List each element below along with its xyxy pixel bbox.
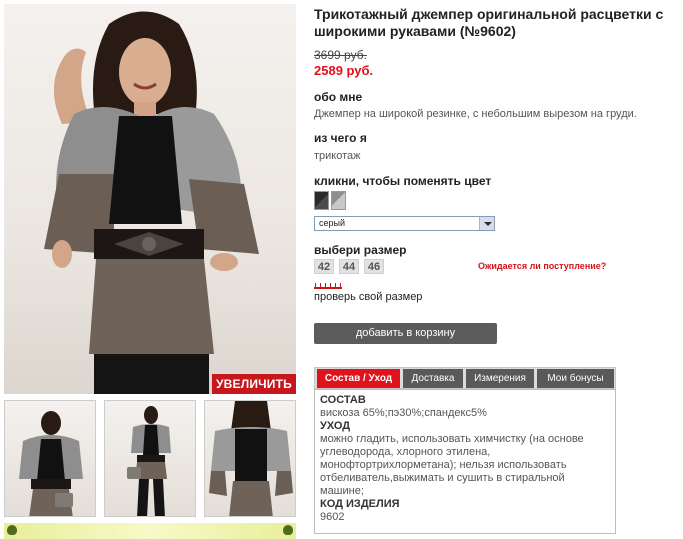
- decorative-strip: [4, 523, 296, 539]
- size-option[interactable]: 42: [314, 259, 334, 274]
- composition-text: вискоза 65%;пэ30%;спандекс5%: [320, 407, 487, 419]
- thumbnail-image: [209, 401, 293, 516]
- thumbnail-back[interactable]: [204, 400, 296, 517]
- color-select-value: серый: [319, 218, 346, 228]
- tab-measurements[interactable]: Измерения: [466, 369, 534, 388]
- size-option[interactable]: 44: [339, 259, 359, 274]
- tab-composition-care[interactable]: Состав / Уход: [317, 369, 400, 388]
- thumbnail-image: [127, 406, 171, 516]
- tab-panel: СОСТАВ вискоза 65%;пэ30%;спандекс5% УХОД…: [314, 389, 616, 534]
- color-swatch-dark[interactable]: [314, 191, 329, 210]
- product-info: Трикотажный джемпер оригинальной расцвет…: [314, 6, 674, 40]
- product-title: Трикотажный джемпер оригинальной расцвет…: [314, 6, 664, 39]
- composition-heading: СОСТАВ: [320, 394, 366, 406]
- color-heading: кликни, чтобы поменять цвет: [314, 174, 492, 188]
- check-size-link[interactable]: проверь свой размер: [314, 291, 422, 303]
- about-text: Джемпер на широкой резинке, с небольшим …: [314, 108, 637, 120]
- thumbnail-gallery: [4, 400, 296, 518]
- old-price: 3699 руб.: [314, 48, 367, 62]
- model-photo-illustration: [44, 11, 259, 394]
- thumbnail-front[interactable]: [4, 400, 96, 517]
- color-swatch-gray[interactable]: [331, 191, 346, 210]
- current-price: 2589 руб.: [314, 63, 374, 78]
- add-to-cart-button[interactable]: добавить в корзину: [314, 323, 497, 344]
- tab-bonuses[interactable]: Мои бонусы: [537, 369, 614, 388]
- code-heading: КОД ИЗДЕЛИЯ: [320, 498, 400, 510]
- size-heading: выбери размер: [314, 243, 407, 257]
- thumbnail-image: [19, 411, 83, 516]
- chevron-down-icon[interactable]: [479, 217, 494, 230]
- zoom-button[interactable]: УВЕЛИЧИТЬ: [212, 374, 296, 394]
- info-tabs: Состав / Уход Доставка Измерения Мои бон…: [314, 367, 616, 389]
- material-heading: из чего я: [314, 131, 367, 145]
- care-text: можно гладить, использовать химчистку (н…: [320, 433, 584, 497]
- tab-delivery[interactable]: Доставка: [403, 369, 463, 388]
- about-heading: обо мне: [314, 90, 363, 104]
- material-text: трикотаж: [314, 150, 361, 162]
- size-option[interactable]: 46: [364, 259, 384, 274]
- availability-link[interactable]: Ожидается ли поступление?: [478, 261, 606, 271]
- leaf-icon: [283, 525, 293, 535]
- color-select[interactable]: серый: [314, 216, 495, 231]
- care-heading: УХОД: [320, 420, 351, 432]
- leaf-icon: [7, 525, 17, 535]
- main-product-photo[interactable]: УВЕЛИЧИТЬ: [4, 4, 296, 394]
- thumbnail-full-length[interactable]: [104, 400, 196, 517]
- code-text: 9602: [320, 511, 345, 523]
- ruler-icon: [314, 283, 342, 289]
